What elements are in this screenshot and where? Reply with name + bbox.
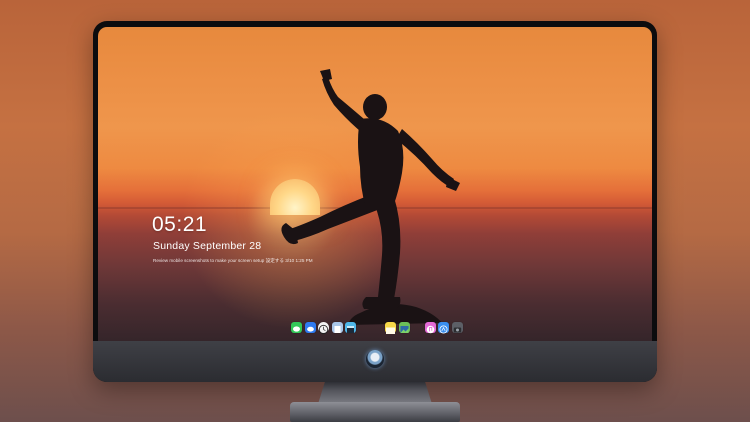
brand-logo-icon: [366, 350, 384, 368]
app-store-icon[interactable]: [438, 321, 449, 333]
desktop-backdrop: 05:21 Sunday September 28 Review mobile …: [0, 0, 750, 422]
camera-icon[interactable]: [451, 321, 463, 333]
dancing-person-silhouette: [281, 69, 460, 325]
dock: [291, 320, 463, 334]
clapper-icon[interactable]: [345, 321, 356, 333]
notes-icon[interactable]: [385, 321, 396, 334]
monitor-stand-neck: [318, 382, 432, 404]
monitor: 05:21 Sunday September 28 Review mobile …: [93, 21, 657, 382]
lock-date: Sunday September 28: [153, 240, 262, 252]
monitor-chin: [93, 341, 657, 382]
monitor-stand-base: [290, 402, 460, 422]
itunes-icon[interactable]: [424, 321, 436, 333]
lock-notification-text: Review mobile screenshots to make your s…: [153, 258, 313, 263]
messages-icon[interactable]: [291, 321, 302, 333]
dock-spacer: [412, 327, 422, 328]
dock-spacer: [359, 327, 383, 328]
photos-icon[interactable]: [398, 321, 410, 333]
clock-icon[interactable]: [318, 321, 329, 334]
chat-icon[interactable]: [304, 321, 316, 333]
screen: 05:21 Sunday September 28 Review mobile …: [98, 27, 652, 341]
preview-icon[interactable]: [331, 321, 343, 333]
lock-clock: 05:21: [152, 213, 208, 236]
